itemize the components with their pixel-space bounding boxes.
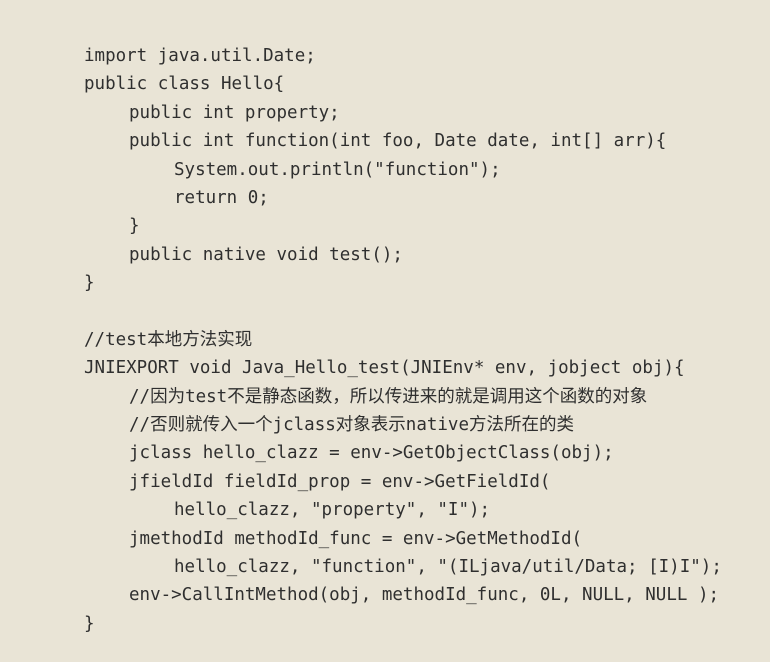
code-line: public int property; <box>129 102 340 123</box>
code-line: } <box>84 613 95 634</box>
code-line: jclass hello_clazz = env->GetObjectClass… <box>129 443 614 464</box>
code-line: } <box>84 273 95 294</box>
code-comment: //因为test不是静态函数，所以传进来的就是调用这个函数的对象 <box>129 386 648 407</box>
code-line: jfieldId fieldId_prop = env->GetFieldId( <box>129 471 551 492</box>
code-line: } <box>129 216 140 237</box>
code-panel: import java.util.Date; public class Hell… <box>0 0 770 662</box>
code-block: import java.util.Date; public class Hell… <box>84 42 722 638</box>
code-line: return 0; <box>174 187 269 208</box>
code-line: public int function(int foo, Date date, … <box>129 131 667 152</box>
code-line: hello_clazz, "function", "(ILjava/util/D… <box>174 557 722 578</box>
code-comment: //test本地方法实现 <box>84 329 253 350</box>
code-line: env->CallIntMethod(obj, methodId_func, 0… <box>129 585 720 606</box>
code-line: jmethodId methodId_func = env->GetMethod… <box>129 528 583 549</box>
code-line: hello_clazz, "property", "I"); <box>174 500 491 521</box>
code-comment: //否则就传入一个jclass对象表示native方法所在的类 <box>129 415 575 436</box>
code-line: import java.util.Date; <box>84 46 316 66</box>
code-line: public class Hello{ <box>84 74 285 95</box>
code-line: public native void test(); <box>129 244 403 265</box>
code-line: System.out.println("function"); <box>174 159 501 180</box>
code-line: JNIEXPORT void Java_Hello_test(JNIEnv* e… <box>84 358 685 379</box>
